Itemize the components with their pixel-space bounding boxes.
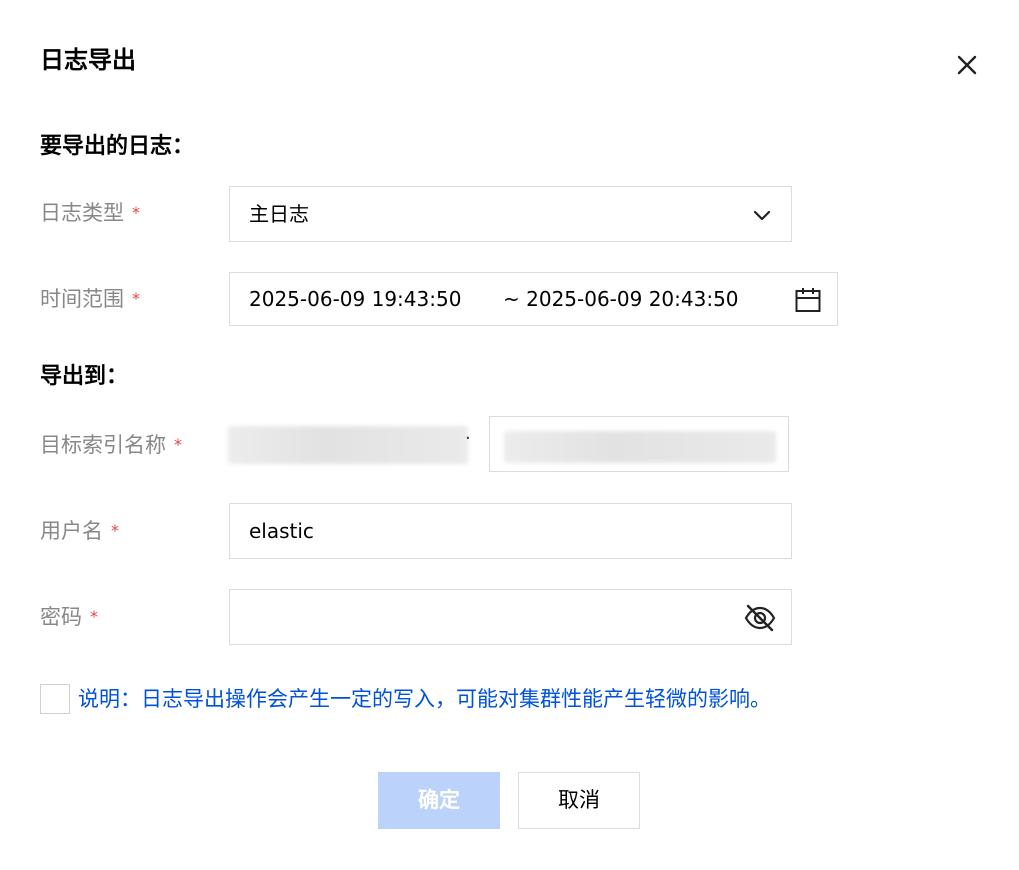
username-input[interactable]: elastic	[229, 503, 792, 559]
required-mark: *	[174, 435, 182, 454]
notice-text: 说明：日志导出操作会产生一定的写入，可能对集群性能产生轻微的影响。	[78, 687, 771, 711]
password-input[interactable]	[229, 589, 792, 645]
log-type-value: 主日志	[249, 202, 309, 226]
username-label: 用户名 *	[40, 519, 119, 543]
chevron-down-icon	[751, 204, 773, 230]
close-icon	[953, 51, 981, 79]
log-type-select[interactable]: 主日志	[229, 186, 792, 242]
time-range-end[interactable]: ~ 2025-06-09 20:43:50	[503, 285, 739, 313]
time-range-label: 时间范围 *	[40, 287, 140, 311]
confirm-button[interactable]: 确定	[378, 772, 500, 829]
calendar-icon[interactable]	[794, 286, 822, 318]
time-range-start[interactable]: 2025-06-09 19:43:50	[249, 285, 461, 313]
dialog-title: 日志导出	[40, 46, 136, 74]
target-index-input[interactable]	[489, 416, 789, 472]
time-range-picker[interactable]: 2025-06-09 19:43:50 ~ 2025-06-09 20:43:5…	[229, 272, 838, 326]
username-value: elastic	[249, 519, 314, 543]
log-export-dialog: 日志导出 要导出的日志： 日志类型 * 主日志 时间范围 * 2025-06-09 …	[0, 0, 1019, 870]
target-index-prefix-redacted	[228, 426, 468, 464]
target-index-separator: ·	[465, 428, 471, 449]
required-mark: *	[90, 607, 98, 626]
target-index-label: 目标索引名称 *	[40, 433, 182, 457]
cancel-button[interactable]: 取消	[518, 772, 640, 829]
required-mark: *	[132, 203, 140, 222]
required-mark: *	[132, 289, 140, 308]
password-label: 密码 *	[40, 605, 98, 629]
log-type-label: 日志类型 *	[40, 201, 140, 225]
eye-off-icon[interactable]	[744, 603, 776, 637]
section-title-logs: 要导出的日志：	[40, 134, 195, 159]
target-index-value-redacted	[504, 431, 776, 463]
required-mark: *	[111, 521, 119, 540]
notice-checkbox[interactable]	[40, 684, 70, 714]
section-title-export-to: 导出到：	[40, 364, 129, 389]
close-button[interactable]	[953, 51, 981, 79]
